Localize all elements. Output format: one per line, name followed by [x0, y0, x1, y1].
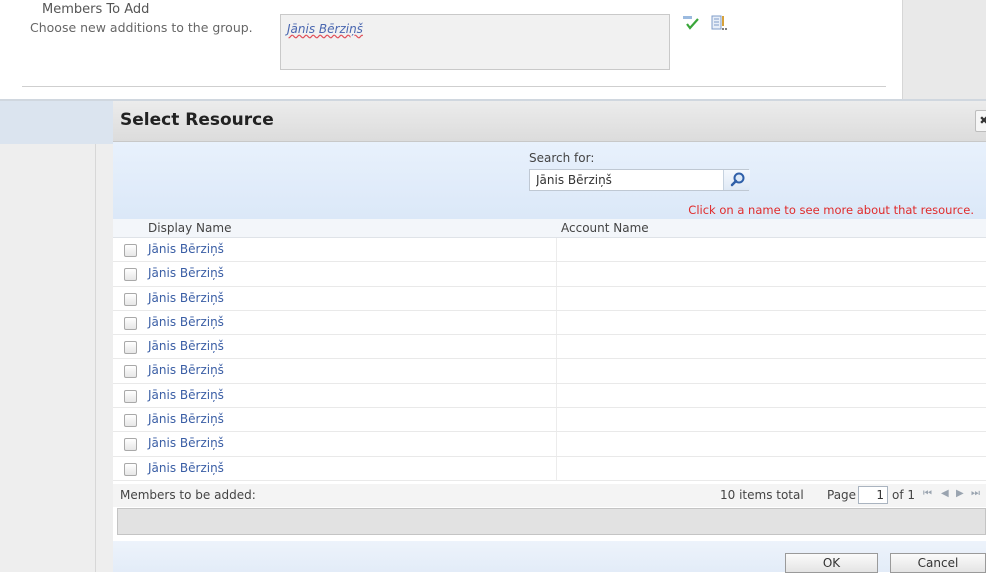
row-display-name[interactable]: Jānis Bērziņš — [148, 242, 224, 256]
grid-header: Display Name Account Name — [113, 219, 986, 238]
row-display-name[interactable]: Jānis Bērziņš — [148, 436, 224, 450]
cancel-button[interactable]: Cancel — [890, 553, 986, 573]
column-display-name[interactable]: Display Name — [148, 221, 231, 235]
row-checkbox[interactable] — [124, 292, 137, 306]
row-display-name[interactable]: Jānis Bērziņš — [148, 412, 224, 426]
row-display-name[interactable]: Jānis Bērziņš — [148, 339, 224, 353]
members-to-add-label: Members to be added: — [120, 488, 256, 502]
table-row[interactable]: Jānis Bērziņš — [113, 359, 986, 384]
prev-page-icon[interactable]: ◀ — [941, 488, 949, 499]
column-separator — [556, 262, 557, 286]
row-checkbox[interactable] — [124, 244, 137, 257]
search-input[interactable] — [529, 169, 749, 191]
row-checkbox[interactable] — [124, 389, 137, 403]
magnifier-icon — [730, 172, 745, 187]
page-label: Page — [827, 488, 857, 502]
column-separator — [556, 238, 557, 262]
row-display-name[interactable]: Jānis Bērziņš — [148, 461, 224, 475]
left-panel — [0, 144, 113, 572]
row-checkbox[interactable] — [124, 462, 137, 476]
items-total: 10 items total — [720, 488, 804, 502]
table-row[interactable]: Jānis Bērziņš — [113, 310, 986, 336]
search-label: Search for: — [529, 151, 595, 165]
close-button[interactable]: ✖ — [975, 110, 986, 132]
next-page-icon[interactable]: ▶ — [956, 488, 964, 499]
resolved-member[interactable]: Jānis Bērziņš — [287, 22, 363, 36]
column-separator — [556, 383, 557, 408]
column-separator — [556, 335, 557, 359]
pager-bar: Members to be added: 10 items total Page… — [113, 484, 986, 507]
dialog-title: Select Resource — [120, 110, 274, 130]
table-row[interactable]: Jānis Bērziņš — [113, 408, 986, 433]
column-separator — [556, 310, 557, 335]
form-divider — [22, 86, 886, 87]
row-checkbox[interactable] — [124, 438, 137, 452]
page-number-input[interactable] — [858, 486, 888, 504]
row-display-name[interactable]: Jānis Bērziņš — [148, 315, 224, 329]
column-account-name[interactable]: Account Name — [561, 221, 649, 235]
search-button[interactable] — [723, 170, 750, 190]
check-names-icon[interactable] — [682, 15, 700, 31]
button-band: OK Cancel — [113, 541, 986, 573]
table-row[interactable]: Jānis Bērziņš — [113, 238, 986, 263]
resource-grid: Display Name Account Name Jānis Bērziņš J… — [113, 219, 986, 481]
field-description: Choose new additions to the group. — [30, 20, 253, 35]
search-area: Search for: Click on a name to see more … — [113, 142, 986, 219]
table-row[interactable]: Jānis Bērziņš — [113, 456, 986, 481]
row-checkbox[interactable] — [124, 341, 137, 355]
row-display-name[interactable]: Jānis Bērziņš — [148, 363, 224, 377]
hint-text: Click on a name to see more about that r… — [688, 203, 974, 217]
first-page-icon[interactable]: ⏮ — [923, 488, 932, 499]
members-input[interactable]: Jānis Bērziņš — [280, 14, 670, 70]
left-panel-divider — [95, 144, 96, 572]
row-display-name[interactable]: Jānis Bērziņš — [148, 266, 224, 280]
dialog-header: Select Resource — [113, 101, 986, 142]
field-title: Members To Add — [42, 2, 150, 17]
table-row[interactable]: Jānis Bērziņš — [113, 432, 986, 457]
row-display-name[interactable]: Jānis Bērziņš — [148, 291, 224, 305]
column-separator — [556, 408, 557, 432]
row-checkbox[interactable] — [124, 414, 137, 428]
members-to-be-added-box[interactable] — [117, 508, 986, 535]
members-form: Members To Add Choose new additions to t… — [0, 0, 986, 100]
table-row[interactable]: Jānis Bērziņš — [113, 383, 986, 409]
table-row[interactable]: Jānis Bērziņš — [113, 286, 986, 311]
page-count-label: of 1 — [892, 488, 916, 502]
select-resource-dialog: Select Resource ✖ Search for: Click on a… — [113, 101, 986, 573]
column-separator — [556, 432, 557, 456]
left-panel-header — [0, 101, 113, 144]
row-display-name[interactable]: Jānis Bērziņš — [148, 388, 224, 402]
right-pane — [902, 0, 986, 100]
column-separator — [556, 359, 557, 383]
column-separator — [556, 456, 557, 480]
table-row[interactable]: Jānis Bērziņš — [113, 335, 986, 360]
row-checkbox[interactable] — [124, 316, 137, 330]
row-checkbox[interactable] — [124, 365, 137, 379]
table-row[interactable]: Jānis Bērziņš — [113, 262, 986, 287]
row-checkbox[interactable] — [124, 268, 137, 282]
column-separator — [556, 286, 557, 310]
address-book-icon[interactable] — [710, 14, 728, 32]
last-page-icon[interactable]: ⏭ — [971, 488, 980, 499]
ok-button[interactable]: OK — [785, 553, 878, 573]
